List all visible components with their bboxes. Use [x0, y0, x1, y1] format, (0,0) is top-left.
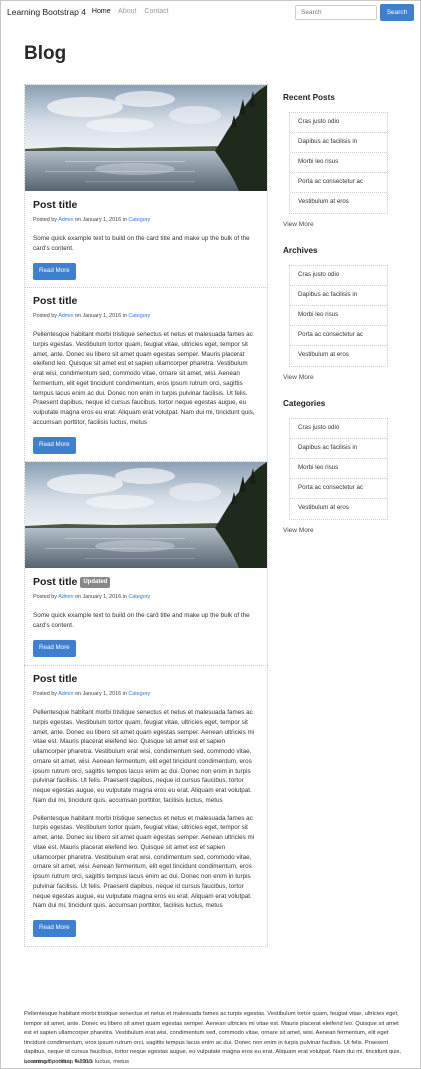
post-meta: Posted by Admin on January 1, 2016 in Ca… [33, 217, 151, 224]
post-paragraph: Pellentesque habitant morbi tristique se… [33, 709, 255, 804]
post-meta: Posted by Admin on January 1, 2016 in Ca… [33, 313, 151, 320]
sidebar-list-item[interactable]: Cras justo odio [290, 113, 387, 133]
updated-badge: Updated [80, 577, 111, 588]
sidebar-heading: Archives [283, 246, 318, 255]
sidebar-list-item[interactable]: Porta ac consectetur ac [290, 173, 387, 193]
sidebar-list-item[interactable]: Dapibus ac facilisis in [290, 286, 387, 306]
sidebar-list-item[interactable]: Cras justo odio [290, 419, 387, 439]
read-more-button[interactable]: Read More [33, 920, 76, 938]
sidebar-list-item[interactable]: Porta ac consectetur ac [290, 479, 387, 499]
category-link[interactable]: Category [128, 313, 150, 319]
nav-link-home[interactable]: Home [92, 8, 111, 15]
sidebar-list-item[interactable]: Vestibulum at eros [290, 499, 387, 519]
navbar-brand[interactable]: Learning Bootstrap 4 [7, 6, 86, 18]
post-title: Post title [33, 673, 78, 685]
sidebar-list-item[interactable]: Vestibulum at eros [290, 346, 387, 366]
post-excerpt: Some quick example text to build on the … [33, 612, 250, 629]
category-link[interactable]: Category [128, 594, 150, 600]
sidebar-list-item[interactable]: Porta ac consectetur ac [290, 326, 387, 346]
read-more-button[interactable]: Read More [33, 436, 76, 454]
post-card: Post title Posted by Admin on January 1,… [24, 287, 268, 464]
post-image [25, 462, 267, 568]
view-more-link[interactable]: View More [283, 526, 395, 535]
read-more-button[interactable]: Read More [33, 262, 76, 280]
page-title: Blog [24, 43, 67, 64]
sidebar-heading: Categories [283, 399, 326, 408]
sidebar-categories: Categories Cras justo odio Dapibus ac fa… [283, 398, 395, 535]
category-link[interactable]: Category [128, 217, 150, 223]
post-card: Post title Posted by Admin on January 1,… [24, 84, 268, 290]
search-input[interactable] [295, 5, 377, 20]
post-card: Post title Updated Posted by Admin on Jan… [24, 461, 268, 667]
author-link[interactable]: Admin [58, 594, 73, 600]
category-link[interactable]: Category [128, 691, 150, 697]
sidebar-list: Cras justo odio Dapibus ac facilisis in … [289, 264, 388, 367]
read-more-button[interactable]: Read More [33, 639, 76, 657]
post-title: Post title [33, 576, 78, 588]
sidebar-list: Cras justo odio Dapibus ac facilisis in … [289, 417, 388, 520]
search-button[interactable]: Search [380, 4, 414, 21]
view-more-link[interactable]: View More [283, 220, 395, 229]
sidebar-archives: Archives Cras justo odio Dapibus ac faci… [283, 245, 395, 382]
navbar: Learning Bootstrap 4 Home About Contact … [0, 0, 421, 24]
post-image [25, 85, 267, 191]
nav-links: Home About Contact [92, 7, 175, 17]
post-paragraph: Pellentesque habitant morbi tristique se… [33, 814, 255, 910]
sidebar-list-item[interactable]: Morbi leo risus [290, 153, 387, 173]
author-link[interactable]: Admin [58, 313, 73, 319]
author-link[interactable]: Admin [58, 217, 73, 223]
post-excerpt: Some quick example text to build on the … [33, 235, 250, 252]
sidebar-recent-posts: Recent Posts Cras justo odio Dapibus ac … [283, 92, 395, 229]
author-link[interactable]: Admin [58, 691, 73, 697]
sidebar-list-item[interactable]: Morbi leo risus [290, 459, 387, 479]
sidebar-list-item[interactable]: Cras justo odio [290, 266, 387, 286]
sidebar-list-item[interactable]: Dapibus ac facilisis in [290, 439, 387, 459]
sidebar-heading: Recent Posts [283, 93, 335, 102]
post-title: Post title [33, 199, 78, 211]
view-more-link[interactable]: View More [283, 373, 395, 382]
nav-link-about[interactable]: About [118, 8, 136, 15]
sidebar-list: Cras justo odio Dapibus ac facilisis in … [289, 111, 388, 214]
sidebar-list-item[interactable]: Morbi leo risus [290, 306, 387, 326]
nav-link-contact[interactable]: Contact [144, 8, 168, 15]
sidebar-list-item[interactable]: Dapibus ac facilisis in [290, 133, 387, 153]
post-title: Post title [33, 295, 78, 307]
post-body: Pellentesque habitant morbi tristique se… [33, 331, 255, 426]
post-body: Pellentesque habitant morbi tristique se… [33, 708, 259, 911]
post-meta: Posted by Admin on January 1, 2016 in Ca… [33, 691, 151, 698]
post-card: Post title Posted by Admin on January 1,… [24, 665, 268, 948]
post-meta: Posted by Admin on January 1, 2016 in Ca… [33, 594, 151, 601]
sidebar-list-item[interactable]: Vestibulum at eros [290, 193, 387, 213]
footer-copyright: Learning Bootstrap 4 2016 [24, 1059, 93, 1065]
